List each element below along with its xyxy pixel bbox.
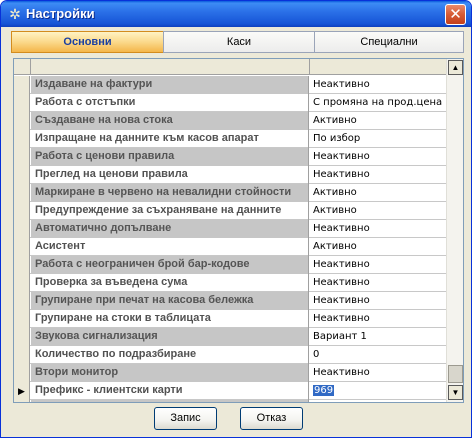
setting-value[interactable]: По избор [310,130,447,148]
table-row[interactable]: Изпращане на данните към касов апарат По … [14,130,447,148]
row-indicator[interactable] [14,292,30,310]
table-row[interactable]: Създаване на нова стока Активно [14,112,447,130]
setting-value[interactable]: 969 [310,382,447,400]
table-row[interactable]: Издаване на фактури Неактивно [14,76,447,94]
name-column-header[interactable] [31,59,310,75]
tab-special[interactable]: Специални [314,31,464,53]
setting-value[interactable]: Активно [310,112,447,130]
tab-registers[interactable]: Каси [163,31,315,53]
setting-name: Групиране при печат на касова бележка [31,292,309,310]
setting-name: Маркиране в червено на невалидни стойнос… [31,184,309,202]
setting-name: Работа с отстъпки [31,94,309,112]
setting-name: Звукова сигнализация [31,328,309,346]
setting-value[interactable]: Неактивно [310,274,447,292]
row-indicator[interactable] [14,166,30,184]
setting-value[interactable]: Неактивно [310,256,447,274]
row-indicator-header [14,59,31,75]
setting-name: Издаване на фактури [31,76,309,94]
setting-name: Префикс - клиентски карти [31,382,309,400]
row-indicator[interactable] [14,400,30,402]
row-indicator[interactable] [14,112,30,130]
setting-value[interactable]: С промяна на прод.цена [310,94,447,112]
window-title: Настройки [26,6,95,21]
settings-grid: Издаване на фактури Неактивно Работа с отс… [13,58,464,403]
gear-icon: ✲ [9,6,21,22]
setting-name: Преглед на ценови правила [31,166,309,184]
table-row[interactable]: Работа с ценови правила Неактивно [14,148,447,166]
setting-value[interactable]: Неактивно [310,76,447,94]
table-row[interactable]: Маркиране в червено на невалидни стойнос… [14,184,447,202]
row-indicator[interactable] [14,130,30,148]
row-indicator[interactable] [14,328,30,346]
tab-strip: Основни Каси Специални [11,31,464,53]
setting-name: Автоматично допълване [31,220,309,238]
setting-value[interactable]: Неактивно [310,166,447,184]
tab-main[interactable]: Основни [11,31,164,53]
grid-rows: Издаване на фактури Неактивно Работа с отс… [14,76,447,402]
row-indicator[interactable] [14,184,30,202]
setting-name: Количество по подразбиране [31,346,309,364]
table-row[interactable]: Префикс - операторски карти971 [14,400,447,402]
cancel-button[interactable]: Отказ [240,407,303,430]
setting-value[interactable]: Неактивно [310,148,447,166]
selected-value-text[interactable]: 969 [313,385,335,396]
grid-header [14,59,447,75]
table-row[interactable]: Групиране на стоки в таблицата Неактивно [14,310,447,328]
setting-value[interactable]: Неактивно [310,310,447,328]
setting-name: Създаване на нова стока [31,112,309,130]
setting-value[interactable]: Активно [310,184,447,202]
save-button[interactable]: Запис [154,407,217,430]
row-indicator[interactable] [14,94,30,112]
row-indicator[interactable] [14,220,30,238]
table-row[interactable]: Количество по подразбиране 0 [14,346,447,364]
scroll-thumb[interactable] [448,365,463,383]
setting-value[interactable]: Неактивно [310,292,447,310]
row-indicator[interactable] [14,310,30,328]
row-indicator[interactable] [14,202,30,220]
table-row[interactable]: ▶ Префикс - клиентски карти 969 [14,382,447,400]
table-row[interactable]: Автоматично допълване Неактивно [14,220,447,238]
table-row[interactable]: Втори монитор Неактивно [14,364,447,382]
vertical-scrollbar[interactable]: ▲ ▼ [446,59,463,402]
setting-name: Групиране на стоки в таблицата [31,310,309,328]
setting-value[interactable]: Неактивно [310,220,447,238]
table-row[interactable]: Проверка за въведена сума Неактивно [14,274,447,292]
setting-name: Работа с ценови правила [31,148,309,166]
setting-name: Втори монитор [31,364,309,382]
row-indicator[interactable] [14,274,30,292]
setting-name: Изпращане на данните към касов апарат [31,130,309,148]
setting-value[interactable]: 0 [310,346,447,364]
table-row[interactable]: Групиране при печат на касова бележка Неа… [14,292,447,310]
table-row[interactable]: Работа с неограничен брой бар-кодове Неак… [14,256,447,274]
row-indicator[interactable] [14,346,30,364]
table-row[interactable]: Предупреждение за съхраняване на данните… [14,202,447,220]
title-bar[interactable]: ✲ Настройки ✕ [1,1,471,27]
table-row[interactable]: Преглед на ценови правила Неактивно [14,166,447,184]
row-indicator[interactable] [14,148,30,166]
setting-value[interactable]: 971 [310,400,447,402]
setting-name: Работа с неограничен брой бар-кодове [31,256,309,274]
row-indicator[interactable] [14,256,30,274]
scroll-down-button[interactable]: ▼ [448,385,463,400]
setting-name: Асистент [31,238,309,256]
table-row[interactable]: Звукова сигнализация Вариант 1 [14,328,447,346]
scroll-up-button[interactable]: ▲ [448,60,463,75]
window-content: Основни Каси Специални Издаване на факту… [5,27,467,435]
row-indicator[interactable] [14,238,30,256]
table-row[interactable]: Асистент Активно [14,238,447,256]
setting-value[interactable]: Активно [310,202,447,220]
setting-value[interactable]: Вариант 1 [310,328,447,346]
close-button[interactable]: ✕ [445,4,466,25]
setting-value[interactable]: Активно [310,238,447,256]
setting-name: Предупреждение за съхраняване на данните [31,202,309,220]
setting-name: Проверка за въведена сума [31,274,309,292]
row-indicator[interactable] [14,364,30,382]
settings-window: ✲ Настройки ✕ Основни Каси Специални Изд… [0,0,472,438]
row-indicator[interactable] [14,76,30,94]
table-row[interactable]: Работа с отстъпки С промяна на прод.цена [14,94,447,112]
setting-name: Префикс - операторски карти [31,400,309,402]
value-column-header[interactable] [310,59,447,75]
setting-value[interactable]: Неактивно [310,364,447,382]
current-row-arrow-icon[interactable]: ▶ [14,382,30,400]
